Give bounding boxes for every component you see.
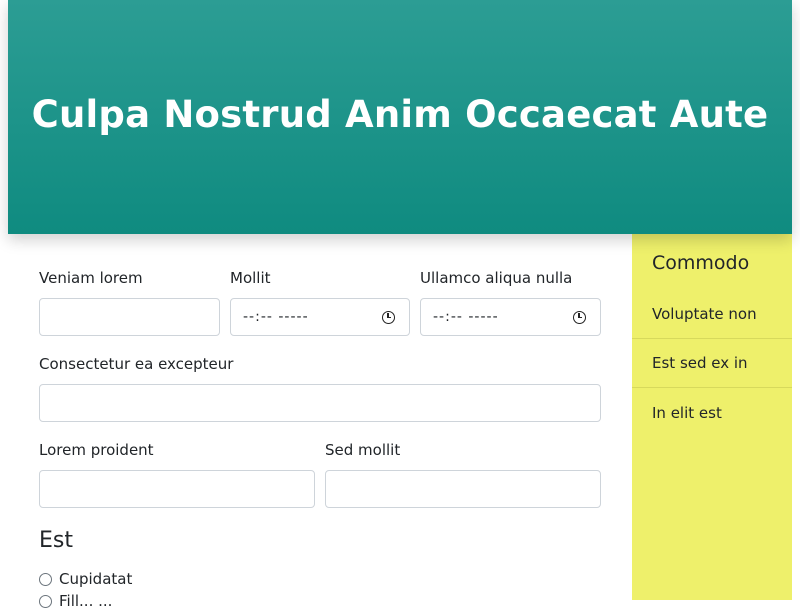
sidebar-item-label: In elit est <box>652 403 722 422</box>
field-sed-mollit: Sed mollit <box>325 440 601 508</box>
sidebar-item-voluptate-non[interactable]: Voluptate non <box>632 290 792 339</box>
sidebar-item-in-elit-est[interactable]: In elit est <box>632 388 792 437</box>
section-heading: Est <box>39 528 73 553</box>
field-lorem-proident: Lorem proident <box>39 440 315 508</box>
clock-icon[interactable] <box>382 310 395 324</box>
page-header: Culpa Nostrud Anim Occaecat Aute <box>8 0 792 234</box>
radio-icon[interactable] <box>39 572 52 586</box>
field-label: Mollit <box>230 269 271 287</box>
field-mollit: Mollit --:-- ----- <box>230 268 410 336</box>
ullamco-time-input[interactable]: --:-- ----- <box>420 298 601 336</box>
field-label: Consectetur ea excepteur <box>39 355 234 373</box>
radio-option[interactable]: Cupidatat <box>39 570 132 588</box>
radio-label: Cupidatat <box>59 570 133 588</box>
field-label: Lorem proident <box>39 441 154 459</box>
veniam-lorem-input[interactable] <box>39 298 220 336</box>
field-consectetur: Consectetur ea excepteur <box>39 354 601 422</box>
sidebar: Commodo Voluptate non Est sed ex in In e… <box>632 234 792 600</box>
field-label: Ullamco aliqua nulla <box>420 269 573 287</box>
time-value: --:-- ----- <box>243 309 309 325</box>
sidebar-title: Commodo <box>652 252 750 274</box>
sed-mollit-input[interactable] <box>325 470 601 508</box>
consectetur-input[interactable] <box>39 384 601 422</box>
sidebar-item-label: Est sed ex in <box>652 354 748 372</box>
radio-option[interactable]: Fill... ... <box>39 592 112 610</box>
field-veniam-lorem: Veniam lorem <box>39 268 220 336</box>
radio-label: Fill... ... <box>59 592 113 610</box>
lorem-proident-input[interactable] <box>39 470 315 508</box>
form-row-2: Consectetur ea excepteur <box>39 354 601 422</box>
field-label: Veniam lorem <box>39 269 143 287</box>
form-row-1: Veniam lorem Mollit --:-- ----- Ullamco … <box>39 268 601 336</box>
sidebar-item-label: Voluptate non <box>652 305 757 323</box>
time-value: --:-- ----- <box>433 309 499 325</box>
field-ullamco: Ullamco aliqua nulla --:-- ----- <box>420 268 601 336</box>
page-title: Culpa Nostrud Anim Occaecat Aute <box>31 92 769 136</box>
radio-icon[interactable] <box>39 594 52 608</box>
form-row-3: Lorem proident Sed mollit <box>39 440 601 508</box>
sidebar-item-est-sed-ex-in[interactable]: Est sed ex in <box>632 339 792 388</box>
clock-icon[interactable] <box>573 310 586 324</box>
form-panel: Veniam lorem Mollit --:-- ----- Ullamco … <box>8 234 632 610</box>
mollit-time-input[interactable]: --:-- ----- <box>230 298 410 336</box>
field-label: Sed mollit <box>325 441 401 459</box>
